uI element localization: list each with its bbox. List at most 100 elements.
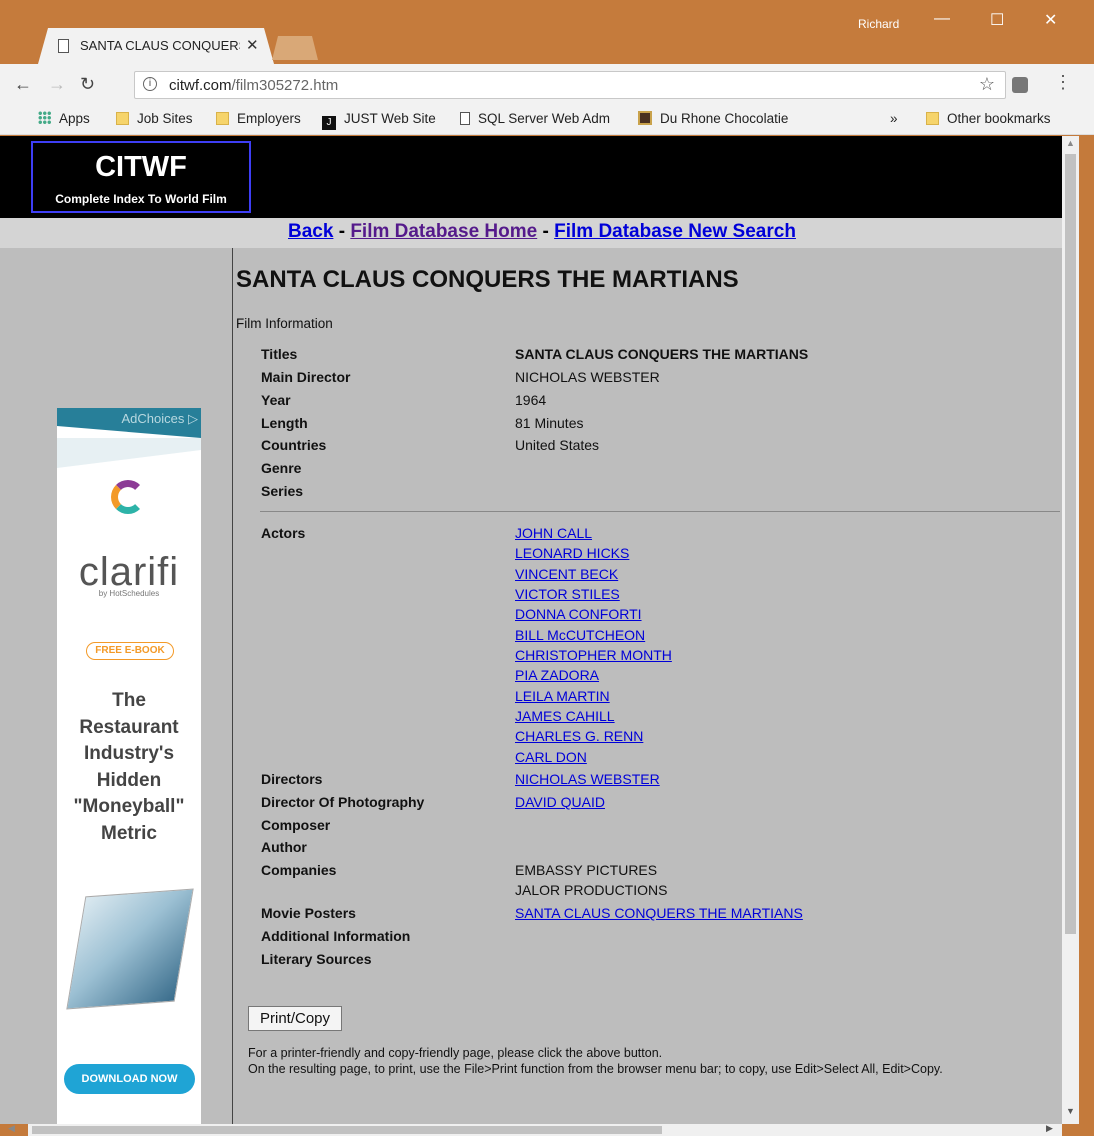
actor-link[interactable]: JOHN CALL: [515, 525, 592, 541]
value-countries: United States: [515, 437, 600, 453]
bookmark-star-icon[interactable]: ☆: [979, 74, 995, 95]
actor-link[interactable]: CARL DON: [515, 749, 587, 765]
label-actors: Actors: [261, 525, 306, 541]
adchoices-link[interactable]: AdChoices ▷: [122, 411, 198, 427]
nav-separator: -: [333, 221, 351, 242]
actor-link[interactable]: DONNA CONFORTI: [515, 606, 642, 622]
actor-link[interactable]: VICTOR STILES: [515, 586, 620, 602]
label-directors: Directors: [261, 771, 323, 787]
scroll-right-icon[interactable]: ▶: [1046, 1123, 1053, 1134]
label-literary-sources: Literary Sources: [261, 951, 372, 967]
page-icon: [58, 39, 69, 53]
address-bar[interactable]: i citwf.com/film305272.htm ☆: [134, 71, 1006, 99]
clarifi-logo-icon: [111, 480, 145, 514]
site-nav: Back - Film Database Home - Film Databas…: [0, 218, 1062, 248]
actor-link[interactable]: CHRISTOPHER MONTH: [515, 647, 672, 663]
folder-icon: [926, 112, 939, 125]
label-companies: Companies: [261, 862, 337, 878]
actor-link[interactable]: CHARLES G. RENN: [515, 728, 643, 744]
actor-link[interactable]: LEILA MARTIN: [515, 688, 610, 704]
bookmarks-overflow[interactable]: »: [890, 111, 898, 126]
vertical-scrollbar[interactable]: ▲ ▼: [1062, 136, 1079, 1124]
browser-tab[interactable]: SANTA CLAUS CONQUERS THE MARTIANS ✕: [38, 28, 274, 64]
page-title: SANTA CLAUS CONQUERS THE MARTIANS: [236, 266, 739, 293]
scroll-thumb[interactable]: [32, 1126, 662, 1134]
bookmarks-bar: Apps Job Sites Employers J JUST Web Site …: [0, 105, 1094, 135]
bookmark-other[interactable]: Other bookmarks: [926, 111, 1051, 126]
back-arrow-icon[interactable]: ←: [14, 74, 32, 95]
director-link[interactable]: NICHOLAS WEBSTER: [515, 771, 660, 787]
ad-download-button[interactable]: DOWNLOAD NOW: [64, 1064, 195, 1094]
close-window-icon[interactable]: ✕: [1044, 10, 1057, 30]
label-length: Length: [261, 415, 308, 431]
bookmark-just-web-site[interactable]: J JUST Web Site: [322, 111, 436, 130]
citwf-logo[interactable]: CITWF Complete Index To World Film: [31, 141, 251, 213]
actor-link[interactable]: VINCENT BECK: [515, 566, 618, 582]
menu-kebab-icon[interactable]: ⋮: [1054, 72, 1072, 93]
browser-toolbar: ← → ↻ i citwf.com/film305272.htm ☆ ⋮: [0, 64, 1094, 105]
extension-icon[interactable]: [1012, 77, 1028, 93]
label-main-director: Main Director: [261, 369, 351, 385]
actor-link[interactable]: LEONARD HICKS: [515, 545, 629, 561]
movie-poster-link[interactable]: SANTA CLAUS CONQUERS THE MARTIANS: [515, 905, 803, 921]
forward-arrow-icon[interactable]: →: [48, 74, 66, 95]
folder-icon: [116, 112, 129, 125]
bookmark-sql-server[interactable]: SQL Server Web Adm: [460, 111, 610, 126]
ebook-cover-image: [66, 888, 194, 1010]
label-additional-information: Additional Information: [261, 928, 411, 944]
label-composer: Composer: [261, 817, 331, 833]
value-year: 1964: [515, 392, 547, 408]
label-countries: Countries: [261, 437, 327, 453]
divider: [260, 511, 1060, 512]
window-titlebar: SANTA CLAUS CONQUERS THE MARTIANS ✕ Rich…: [0, 0, 1094, 64]
minimize-icon[interactable]: —: [934, 10, 950, 28]
ad-stripe: [57, 438, 201, 468]
value-titles: SANTA CLAUS CONQUERS THE MARTIANS: [515, 346, 809, 362]
value-main-director: NICHOLAS WEBSTER: [515, 369, 660, 385]
back-link[interactable]: Back: [288, 221, 333, 242]
bookmark-employers[interactable]: Employers: [216, 111, 301, 126]
site-header: CITWF Complete Index To World Film: [0, 136, 1062, 218]
bookmark-apps[interactable]: Apps: [38, 111, 90, 126]
profile-name[interactable]: Richard: [858, 17, 899, 31]
actor-link[interactable]: PIA ZADORA: [515, 667, 599, 683]
label-author: Author: [261, 839, 307, 855]
bookmark-du-rhone[interactable]: Du Rhone Chocolatie: [638, 111, 788, 126]
reload-icon[interactable]: ↻: [80, 74, 95, 95]
apps-grid-icon: [38, 111, 51, 124]
ad-by-line: by HotSchedules: [98, 589, 160, 598]
ad-ebook-badge: FREE E-BOOK: [86, 642, 174, 660]
site-info-icon[interactable]: i: [143, 77, 157, 91]
bookmark-job-sites[interactable]: Job Sites: [116, 111, 193, 126]
just-site-icon: J: [322, 116, 336, 130]
film-database-new-search-link[interactable]: Film Database New Search: [554, 221, 796, 242]
label-series: Series: [261, 483, 304, 499]
actor-link[interactable]: JAMES CAHILL: [515, 708, 615, 724]
label-year: Year: [261, 392, 291, 408]
page-viewport: CITWF Complete Index To World Film Back …: [0, 136, 1062, 1124]
scroll-left-icon[interactable]: ◀: [8, 1123, 15, 1134]
left-column: AdChoices ▷ clarifi by HotSchedules FREE…: [0, 248, 233, 1124]
scroll-up-icon[interactable]: ▲: [1066, 138, 1075, 148]
advertisement[interactable]: AdChoices ▷ clarifi by HotSchedules FREE…: [57, 408, 201, 1124]
company: JALOR PRODUCTIONS: [515, 882, 668, 898]
value-length: 81 Minutes: [515, 415, 584, 431]
url-text[interactable]: citwf.com/film305272.htm: [169, 77, 338, 94]
section-label: Film Information: [236, 316, 333, 331]
label-movie-posters: Movie Posters: [261, 905, 356, 921]
print-copy-button[interactable]: Print/Copy: [248, 1006, 342, 1031]
film-database-home-link[interactable]: Film Database Home: [350, 221, 537, 242]
print-note: For a printer-friendly and copy-friendly…: [248, 1046, 663, 1060]
print-note: On the resulting page, to print, use the…: [248, 1062, 943, 1076]
logo-title: CITWF: [95, 151, 187, 183]
scroll-thumb[interactable]: [1065, 154, 1076, 934]
tab-close-icon[interactable]: ✕: [246, 36, 259, 54]
actor-link[interactable]: BILL McCUTCHEON: [515, 627, 645, 643]
ad-headline: The Restaurant Industry's Hidden "Moneyb…: [73, 690, 185, 844]
new-tab-button[interactable]: [272, 36, 318, 60]
horizontal-scrollbar[interactable]: ◀ ▶: [8, 1123, 1062, 1136]
maximize-icon[interactable]: ☐: [990, 10, 1004, 30]
dop-link[interactable]: DAVID QUAID: [515, 794, 605, 810]
logo-subtitle: Complete Index To World Film: [55, 192, 227, 206]
scroll-down-icon[interactable]: ▼: [1066, 1106, 1075, 1116]
